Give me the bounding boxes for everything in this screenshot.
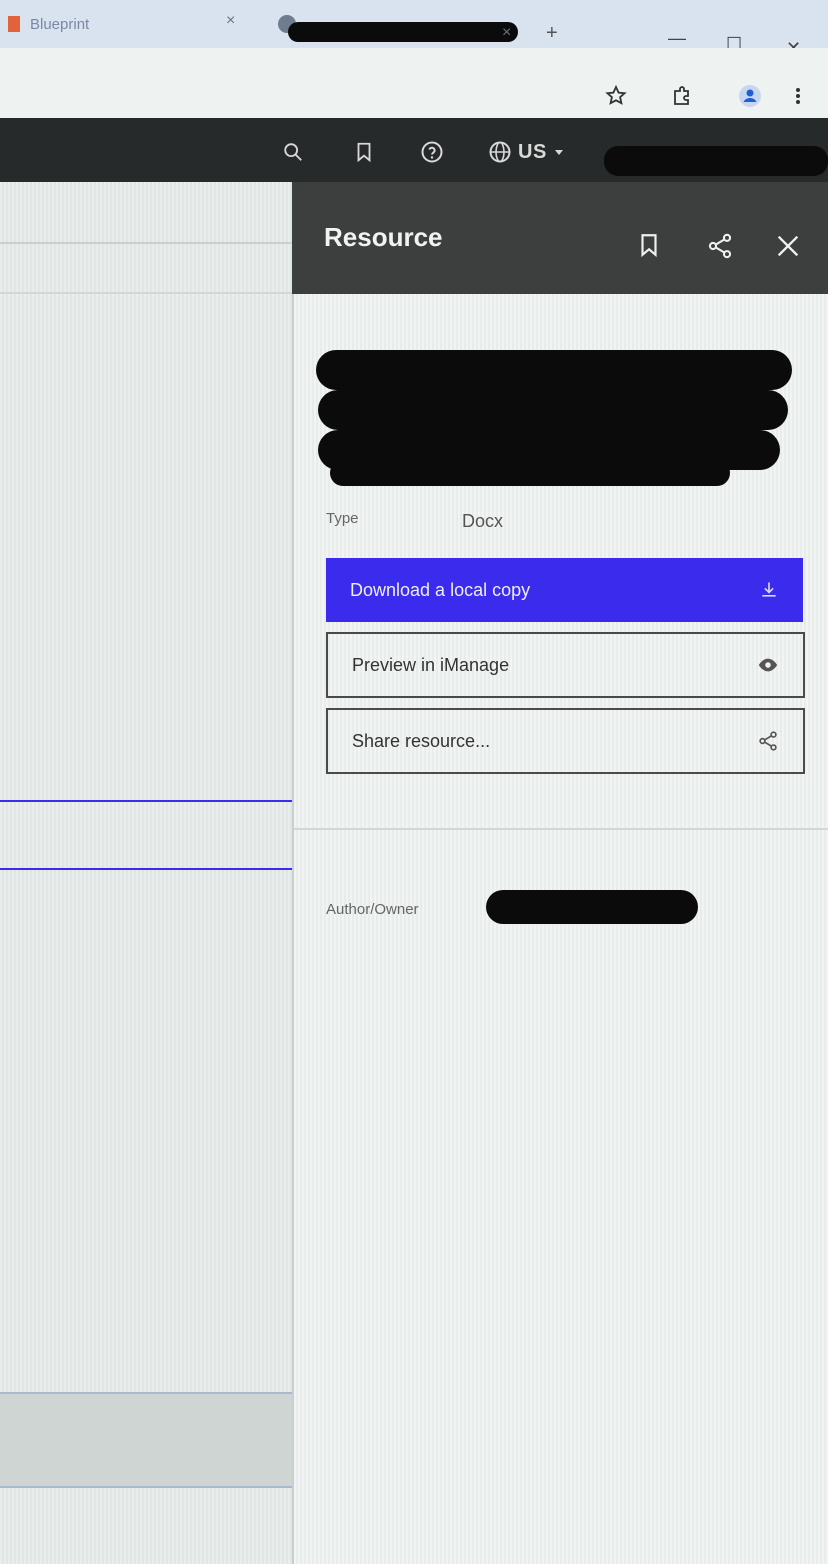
type-label: Type — [326, 510, 359, 527]
bookmark-resource-icon[interactable] — [638, 232, 660, 263]
share-resource-button[interactable]: Share resource... — [326, 708, 805, 774]
active-row-border-top — [0, 800, 292, 802]
globe-icon — [489, 141, 511, 163]
redacted-author-name — [486, 890, 698, 924]
type-value: Docx — [462, 511, 504, 531]
language-selector[interactable]: US — [488, 138, 565, 166]
minimize-button[interactable]: — — [668, 28, 686, 49]
language-label: US — [518, 140, 547, 163]
new-tab-button[interactable]: + — [546, 22, 558, 45]
tab-close-icon[interactable]: × — [226, 12, 235, 30]
tab-redacted[interactable] — [270, 0, 520, 48]
preview-button-label: Preview in iManage — [352, 654, 510, 675]
active-row-border-bottom — [0, 868, 292, 870]
browser-tab-strip: Blueprint × × + — ☐ ✕ — [0, 0, 828, 58]
share-icon[interactable] — [706, 232, 734, 265]
browser-toolbar — [0, 48, 828, 124]
download-icon — [762, 582, 776, 597]
divider — [0, 292, 292, 294]
bookmark-icon[interactable] — [354, 138, 374, 166]
blueprint-favicon-icon — [8, 16, 20, 32]
tab-title: Blueprint — [30, 15, 90, 33]
tab-blueprint[interactable]: Blueprint — [0, 0, 256, 48]
redacted-resource-title — [316, 350, 792, 390]
share-icon — [759, 731, 777, 751]
search-icon[interactable] — [282, 138, 304, 166]
extensions-icon[interactable] — [670, 84, 694, 108]
caret-down-icon — [554, 150, 563, 155]
divider — [0, 242, 292, 244]
redacted-resource-title — [318, 390, 788, 430]
author-owner-label: Author/Owner — [326, 901, 419, 918]
download-button-label: Download a local copy — [350, 579, 531, 600]
redacted-tab-title — [288, 22, 518, 42]
help-icon[interactable] — [420, 138, 444, 166]
star-bookmark-icon[interactable] — [604, 84, 628, 108]
redacted-user-name — [604, 146, 828, 176]
share-resource-button-label: Share resource... — [352, 730, 491, 751]
download-button[interactable]: Download a local copy — [326, 558, 803, 622]
profile-avatar-icon[interactable] — [738, 84, 762, 108]
eye-icon — [758, 658, 778, 672]
tab-close-icon[interactable]: × — [502, 24, 511, 42]
background-page — [0, 182, 292, 1564]
redacted-resource-title — [330, 460, 730, 486]
panel-title: Resource — [324, 222, 443, 252]
footer-band — [0, 1392, 292, 1488]
close-panel-icon[interactable] — [774, 232, 802, 265]
panel-divider — [294, 828, 828, 830]
preview-button[interactable]: Preview in iManage — [326, 632, 805, 698]
browser-menu-icon[interactable] — [786, 84, 810, 108]
